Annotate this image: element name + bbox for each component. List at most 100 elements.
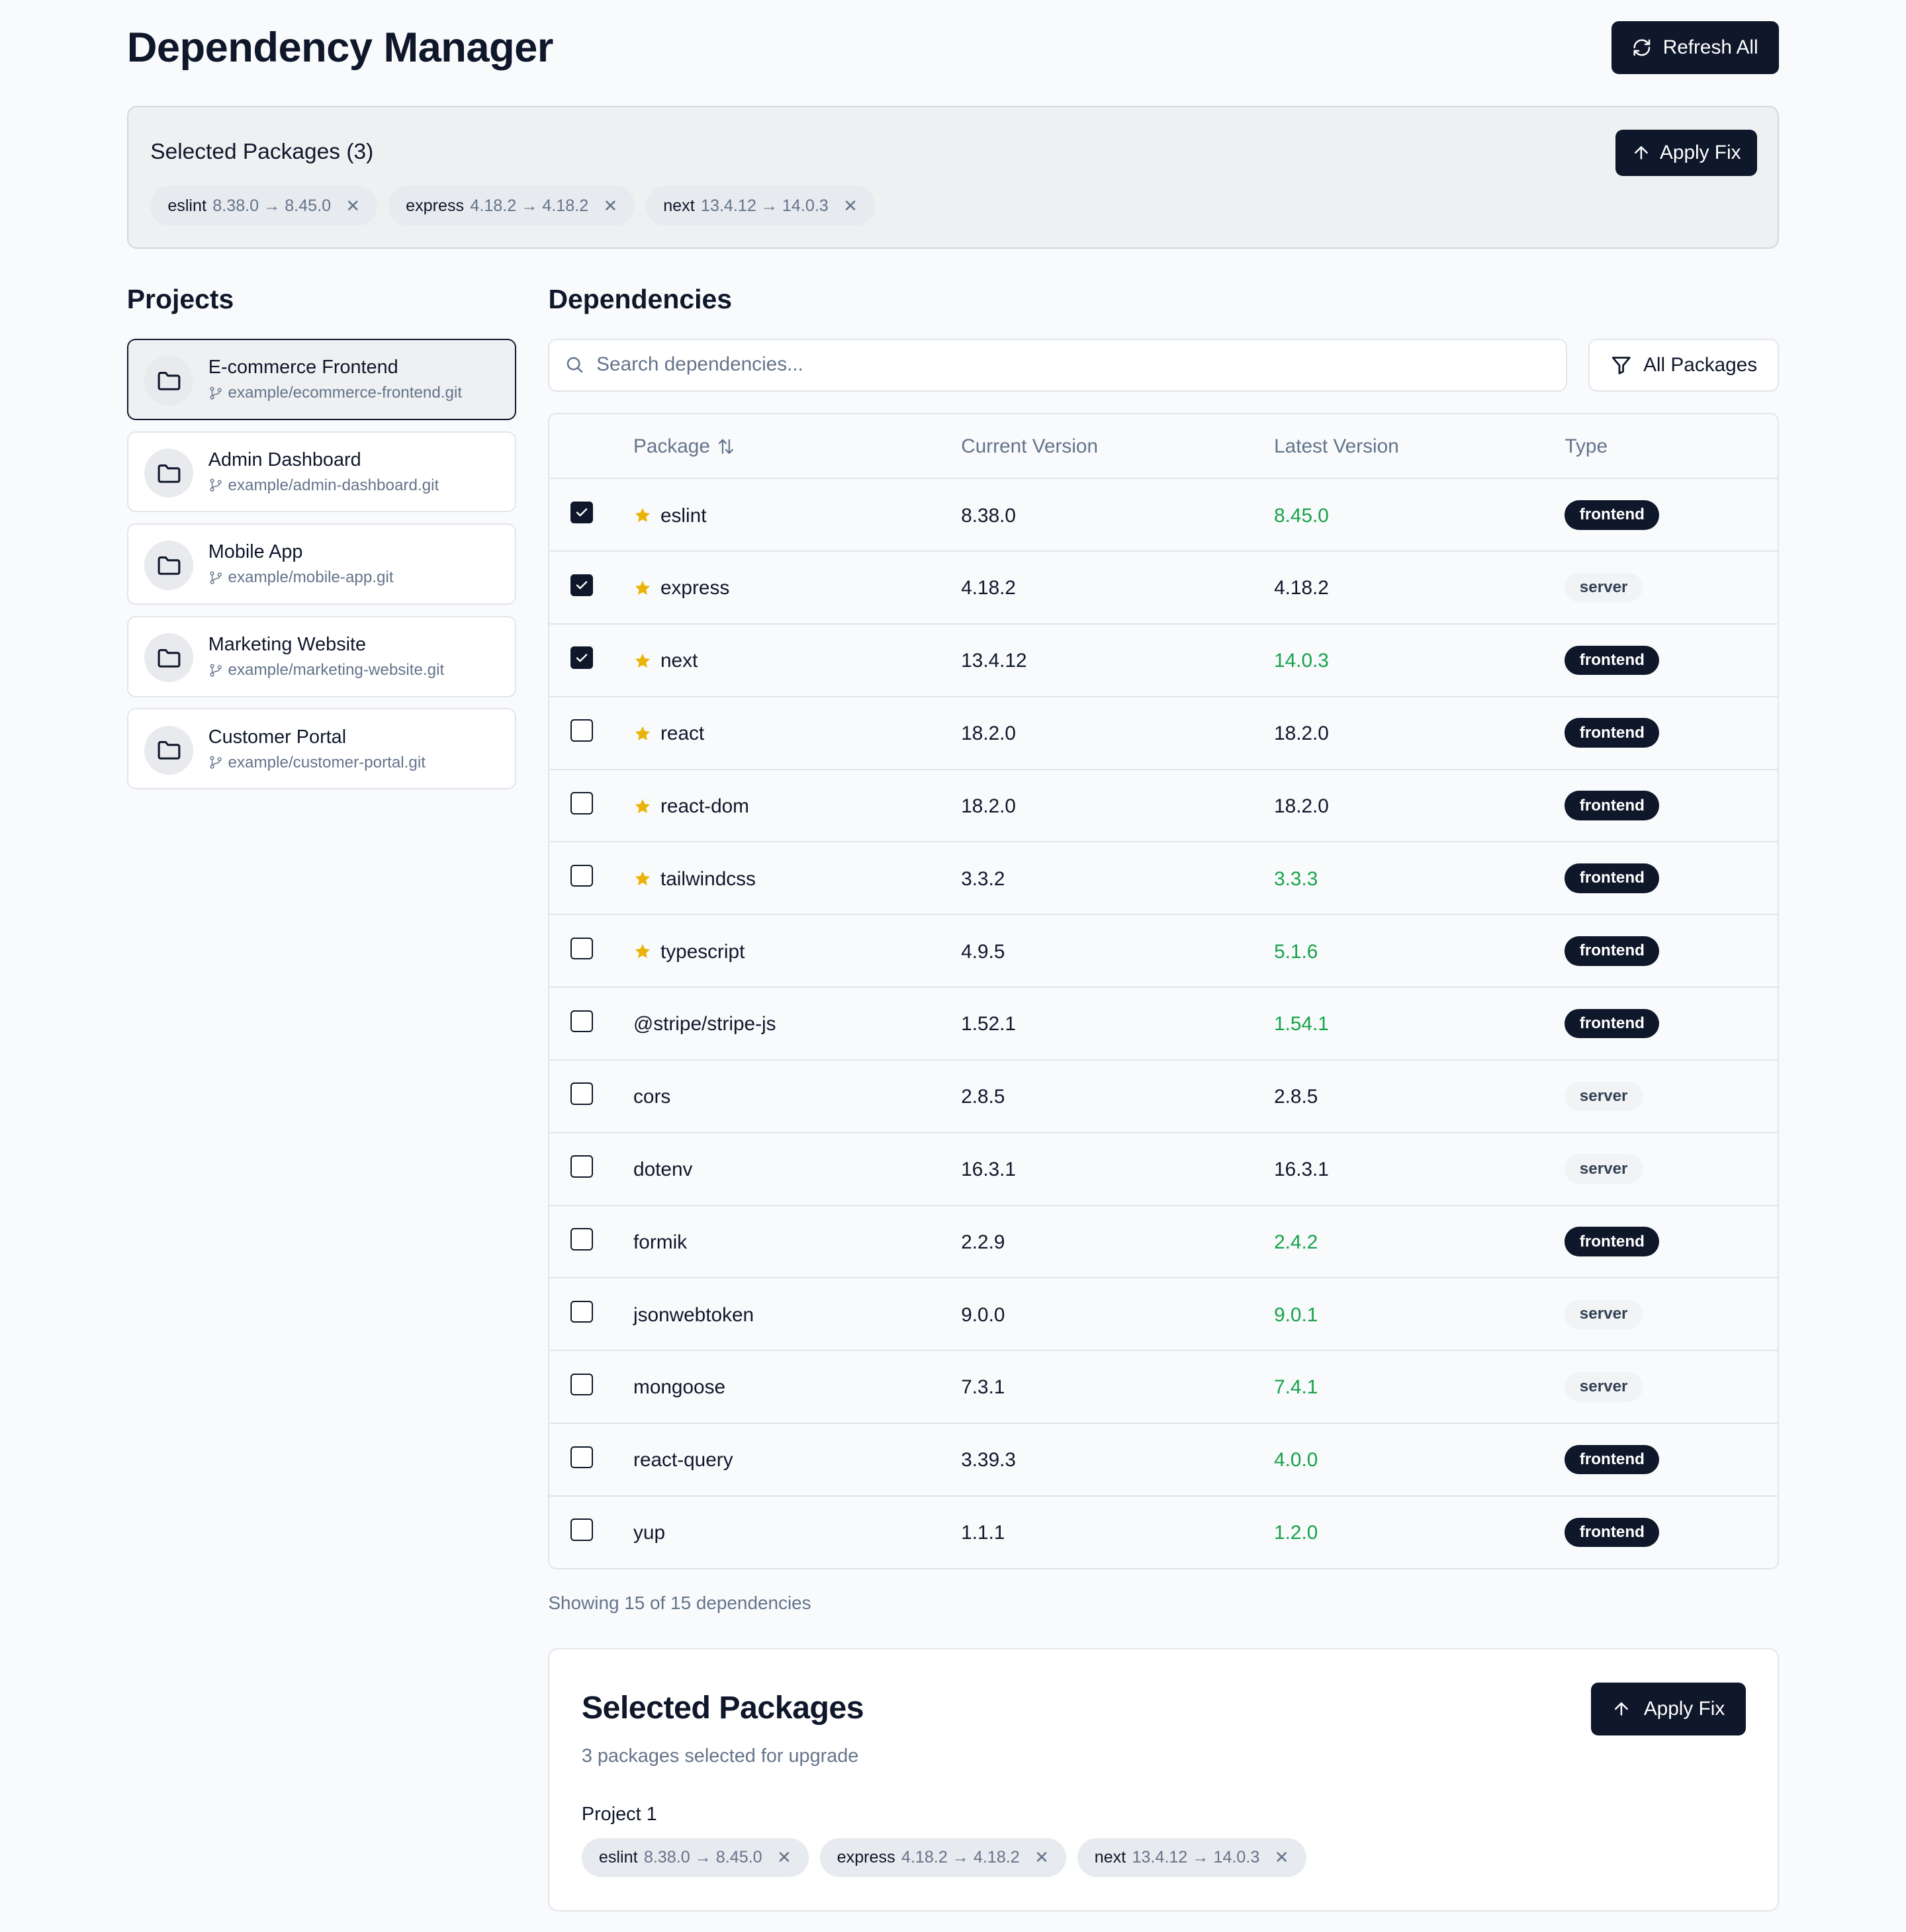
package-name: express — [660, 577, 730, 599]
package-cell: dotenv — [633, 1158, 692, 1181]
selected-card-title: Selected Packages — [581, 1690, 864, 1726]
package-name: react-query — [633, 1449, 733, 1471]
apply-fix-label: Apply Fix — [1643, 1698, 1725, 1720]
project-repo: example/mobile-app.git — [208, 568, 394, 588]
table-row: react-dom 18.2.0 18.2.0 frontend — [549, 770, 1778, 843]
package-name: typescript — [660, 940, 745, 963]
close-icon[interactable]: ✕ — [1034, 1847, 1049, 1868]
type-badge: server — [1565, 572, 1643, 603]
project-repo-text: example/ecommerce-frontend.git — [228, 384, 463, 402]
column-package[interactable]: Package — [633, 435, 736, 458]
selected-chip: next 13.4.12 → 14.0.3 ✕ — [646, 186, 875, 226]
project-card[interactable]: Admin Dashboard example/admin-dashboard.g… — [126, 431, 517, 513]
table-row: eslint 8.38.0 8.45.0 frontend — [549, 479, 1778, 552]
package-cell: cors — [633, 1085, 670, 1108]
package-name: dotenv — [633, 1158, 693, 1180]
current-version: 13.4.12 — [961, 650, 1027, 672]
project-repo-text: example/customer-portal.git — [228, 753, 426, 771]
type-badge: frontend — [1565, 718, 1660, 748]
close-icon[interactable]: ✕ — [777, 1847, 792, 1868]
row-checkbox[interactable] — [570, 937, 593, 960]
current-version: 1.52.1 — [961, 1013, 1016, 1035]
type-badge: frontend — [1565, 791, 1660, 820]
current-version: 2.8.5 — [961, 1086, 1005, 1108]
table-row: express 4.18.2 4.18.2 server — [549, 552, 1778, 625]
table-header: Package Current Version Latest Version T… — [549, 414, 1778, 480]
row-checkbox[interactable] — [570, 646, 593, 669]
column-package-label: Package — [633, 435, 710, 458]
column-latest-version: Latest Version — [1274, 435, 1399, 458]
check-icon — [576, 508, 588, 517]
package-cell: react-query — [633, 1448, 733, 1471]
row-checkbox[interactable] — [570, 1446, 593, 1469]
project-name: E-commerce Frontend — [208, 357, 398, 378]
row-checkbox[interactable] — [570, 719, 593, 742]
close-icon[interactable]: ✕ — [345, 196, 360, 216]
latest-version: 2.4.2 — [1274, 1231, 1318, 1253]
type-badge: frontend — [1565, 645, 1660, 676]
close-icon[interactable]: ✕ — [1275, 1847, 1289, 1868]
project-card[interactable]: Customer Portal example/customer-portal.g… — [126, 708, 517, 790]
selected-chip: express 4.18.2 → 4.18.2 ✕ — [819, 1837, 1066, 1878]
package-cell: next — [633, 649, 698, 672]
search-input[interactable] — [596, 339, 1545, 390]
latest-version: 18.2.0 — [1274, 723, 1329, 745]
package-cell: @stripe/stripe-js — [633, 1012, 776, 1035]
project-card[interactable]: E-commerce Frontend example/ecommerce-fro… — [126, 338, 517, 420]
project-repo-text: example/marketing-website.git — [228, 660, 445, 679]
row-checkbox[interactable] — [570, 1155, 593, 1178]
package-name: yup — [633, 1522, 666, 1544]
package-cell: typescript — [633, 940, 745, 963]
folder-icon — [144, 725, 194, 775]
type-badge: frontend — [1565, 1008, 1660, 1039]
row-checkbox[interactable] — [570, 1373, 593, 1396]
table-row: react 18.2.0 18.2.0 frontend — [549, 697, 1778, 770]
latest-version: 16.3.1 — [1274, 1158, 1329, 1180]
project-card[interactable]: Marketing Website example/marketing-websi… — [126, 615, 517, 697]
row-checkbox[interactable] — [570, 574, 593, 597]
star-icon — [635, 653, 651, 668]
git-branch-icon — [210, 756, 222, 769]
project-card[interactable]: Mobile App example/mobile-app.git — [126, 523, 517, 605]
star-icon — [635, 944, 651, 959]
chip-name: next — [663, 196, 695, 215]
table-row: dotenv 16.3.1 16.3.1 server — [549, 1133, 1778, 1206]
row-checkbox[interactable] — [570, 1300, 593, 1323]
latest-version: 14.0.3 — [1274, 650, 1329, 672]
row-checkbox[interactable] — [570, 792, 593, 814]
selected-chip: express 4.18.2 → 4.18.2 ✕ — [388, 186, 635, 226]
current-version: 4.18.2 — [961, 577, 1016, 599]
row-checkbox[interactable] — [570, 1082, 593, 1105]
row-checkbox[interactable] — [570, 864, 593, 887]
current-version: 9.0.0 — [961, 1303, 1005, 1326]
arrow-up-icon — [1615, 1702, 1629, 1716]
star-icon — [635, 799, 651, 813]
package-cell: react-dom — [633, 795, 749, 818]
latest-version: 1.54.1 — [1274, 1013, 1329, 1035]
close-icon[interactable]: ✕ — [843, 196, 858, 216]
package-name: react — [660, 723, 705, 745]
apply-fix-button-bottom[interactable]: Apply Fix — [1590, 1683, 1746, 1736]
apply-fix-label: Apply Fix — [1660, 141, 1741, 163]
git-branch-icon — [210, 386, 222, 400]
all-packages-filter-button[interactable]: All Packages — [1588, 338, 1780, 392]
row-checkbox[interactable] — [570, 501, 593, 524]
row-checkbox[interactable] — [570, 1010, 593, 1033]
package-cell: formik — [633, 1231, 687, 1254]
apply-fix-button-top[interactable]: Apply Fix — [1615, 129, 1757, 177]
package-cell: eslint — [633, 504, 706, 527]
row-checkbox[interactable] — [570, 1228, 593, 1251]
projects-heading: Projects — [126, 284, 234, 315]
close-icon[interactable]: ✕ — [604, 196, 618, 216]
latest-version: 1.2.0 — [1274, 1522, 1318, 1544]
chip-name: next — [1094, 1848, 1126, 1867]
refresh-all-button[interactable]: Refresh All — [1611, 21, 1780, 74]
column-current-version: Current Version — [961, 435, 1099, 458]
type-badge: frontend — [1565, 1517, 1660, 1548]
row-checkbox[interactable] — [570, 1518, 593, 1541]
chip-version: 4.18.2 → 4.18.2 — [470, 196, 589, 215]
refresh-all-label: Refresh All — [1662, 36, 1758, 58]
table-row: tailwindcss 3.3.2 3.3.3 frontend — [549, 842, 1778, 916]
check-icon — [576, 654, 588, 662]
selected-packages-card: Selected Packages 3 packages selected fo… — [548, 1647, 1780, 1912]
